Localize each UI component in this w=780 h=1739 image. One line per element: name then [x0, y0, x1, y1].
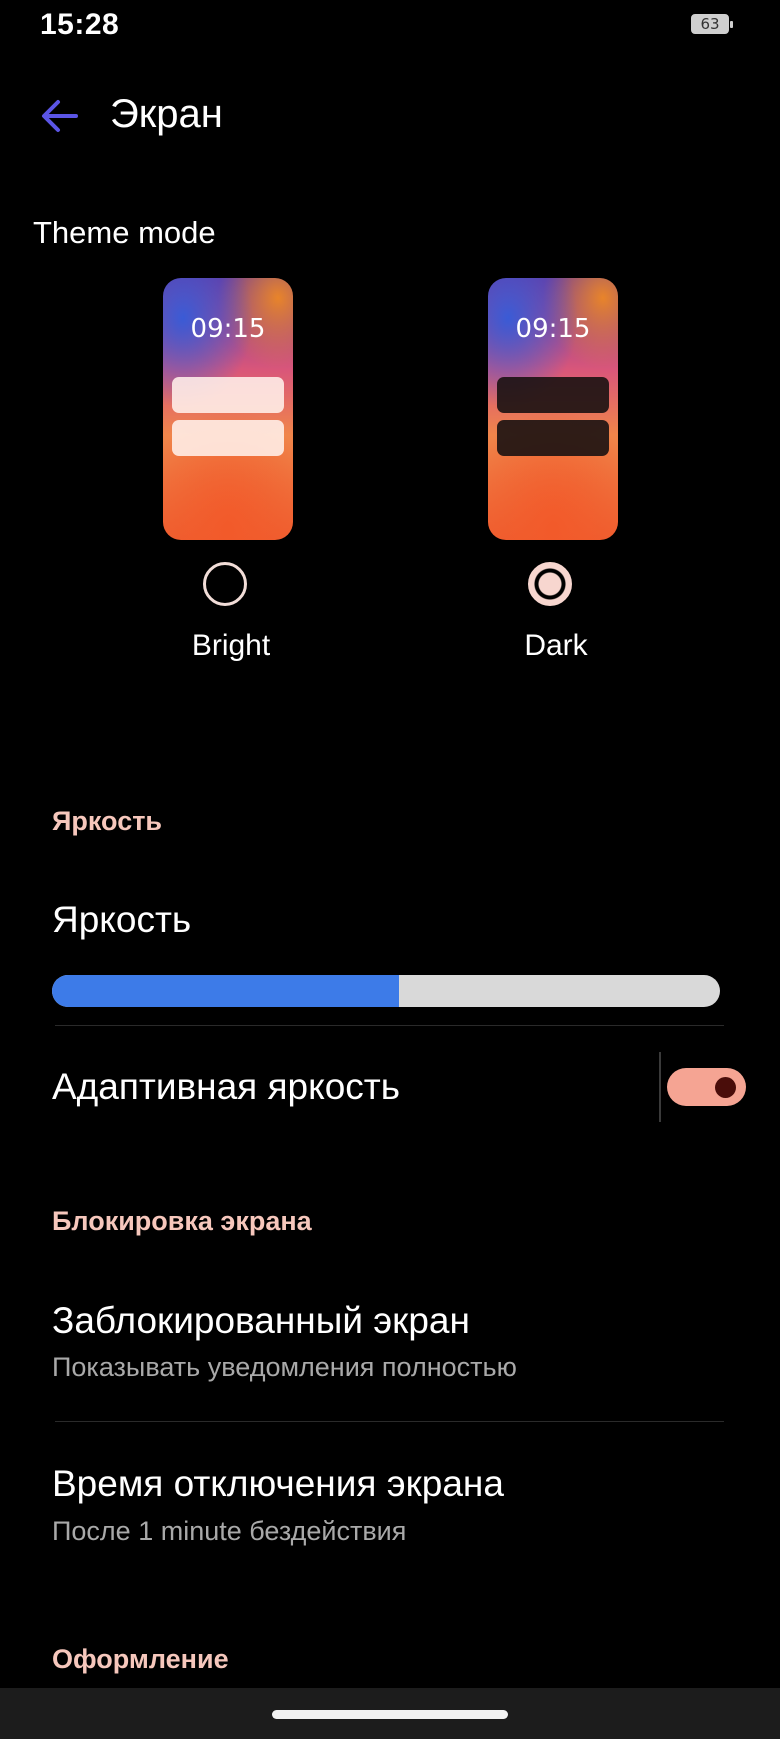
lock-screen-section-header: Блокировка экрана — [52, 1206, 312, 1236]
bright-label: Bright — [191, 629, 271, 662]
status-bar: 15:28 63 — [0, 0, 780, 52]
brightness-slider[interactable] — [52, 975, 720, 1007]
adaptive-brightness-title[interactable]: Адаптивная яркость — [52, 1066, 400, 1108]
status-time: 15:28 — [40, 8, 120, 41]
back-button[interactable] — [34, 90, 86, 142]
adaptive-brightness-toggle[interactable] — [667, 1068, 746, 1106]
toggle-knob — [715, 1077, 736, 1098]
home-indicator[interactable] — [272, 1710, 508, 1719]
brightness-section-header: Яркость — [52, 806, 163, 836]
preview-time: 09:15 — [515, 314, 591, 344]
toggle-separator — [659, 1052, 661, 1122]
brightness-title: Яркость — [52, 899, 192, 940]
display-settings-screen: 15:28 63 Экран Theme mode 09:15 Bright 0… — [0, 0, 780, 1739]
navigation-bar — [0, 1688, 780, 1739]
bright-theme-preview[interactable]: 09:15 — [163, 278, 293, 540]
preview-card — [497, 377, 609, 413]
divider — [55, 1025, 724, 1026]
preview-time: 09:15 — [190, 314, 266, 344]
dark-theme-preview[interactable]: 09:15 — [488, 278, 618, 540]
theme-option-dark[interactable]: 09:15 Dark — [451, 278, 651, 678]
battery-icon: 63 — [691, 14, 733, 34]
app-bar: Экран — [0, 80, 780, 150]
arrow-left-icon — [42, 100, 78, 132]
screen-timeout-subtitle: После 1 minute бездействия — [52, 1516, 407, 1546]
design-section-header: Оформление — [52, 1644, 229, 1674]
preview-card — [172, 420, 284, 456]
bright-radio-button[interactable] — [203, 562, 247, 606]
battery-level: 63 — [700, 15, 720, 33]
dark-radio-button[interactable] — [528, 562, 572, 606]
brightness-slider-fill — [52, 975, 400, 1007]
theme-option-bright[interactable]: 09:15 Bright — [126, 278, 326, 678]
locked-screen-title[interactable]: Заблокированный экран — [52, 1300, 470, 1342]
screen-timeout-title[interactable]: Время отключения экрана — [52, 1463, 504, 1505]
dark-label: Dark — [524, 629, 588, 662]
preview-card — [172, 377, 284, 413]
locked-screen-subtitle: Показывать уведомления полностью — [52, 1352, 517, 1382]
theme-mode-title: Theme mode — [33, 215, 216, 250]
page-title: Экран — [110, 92, 223, 136]
preview-card — [497, 420, 609, 456]
divider — [55, 1421, 724, 1422]
